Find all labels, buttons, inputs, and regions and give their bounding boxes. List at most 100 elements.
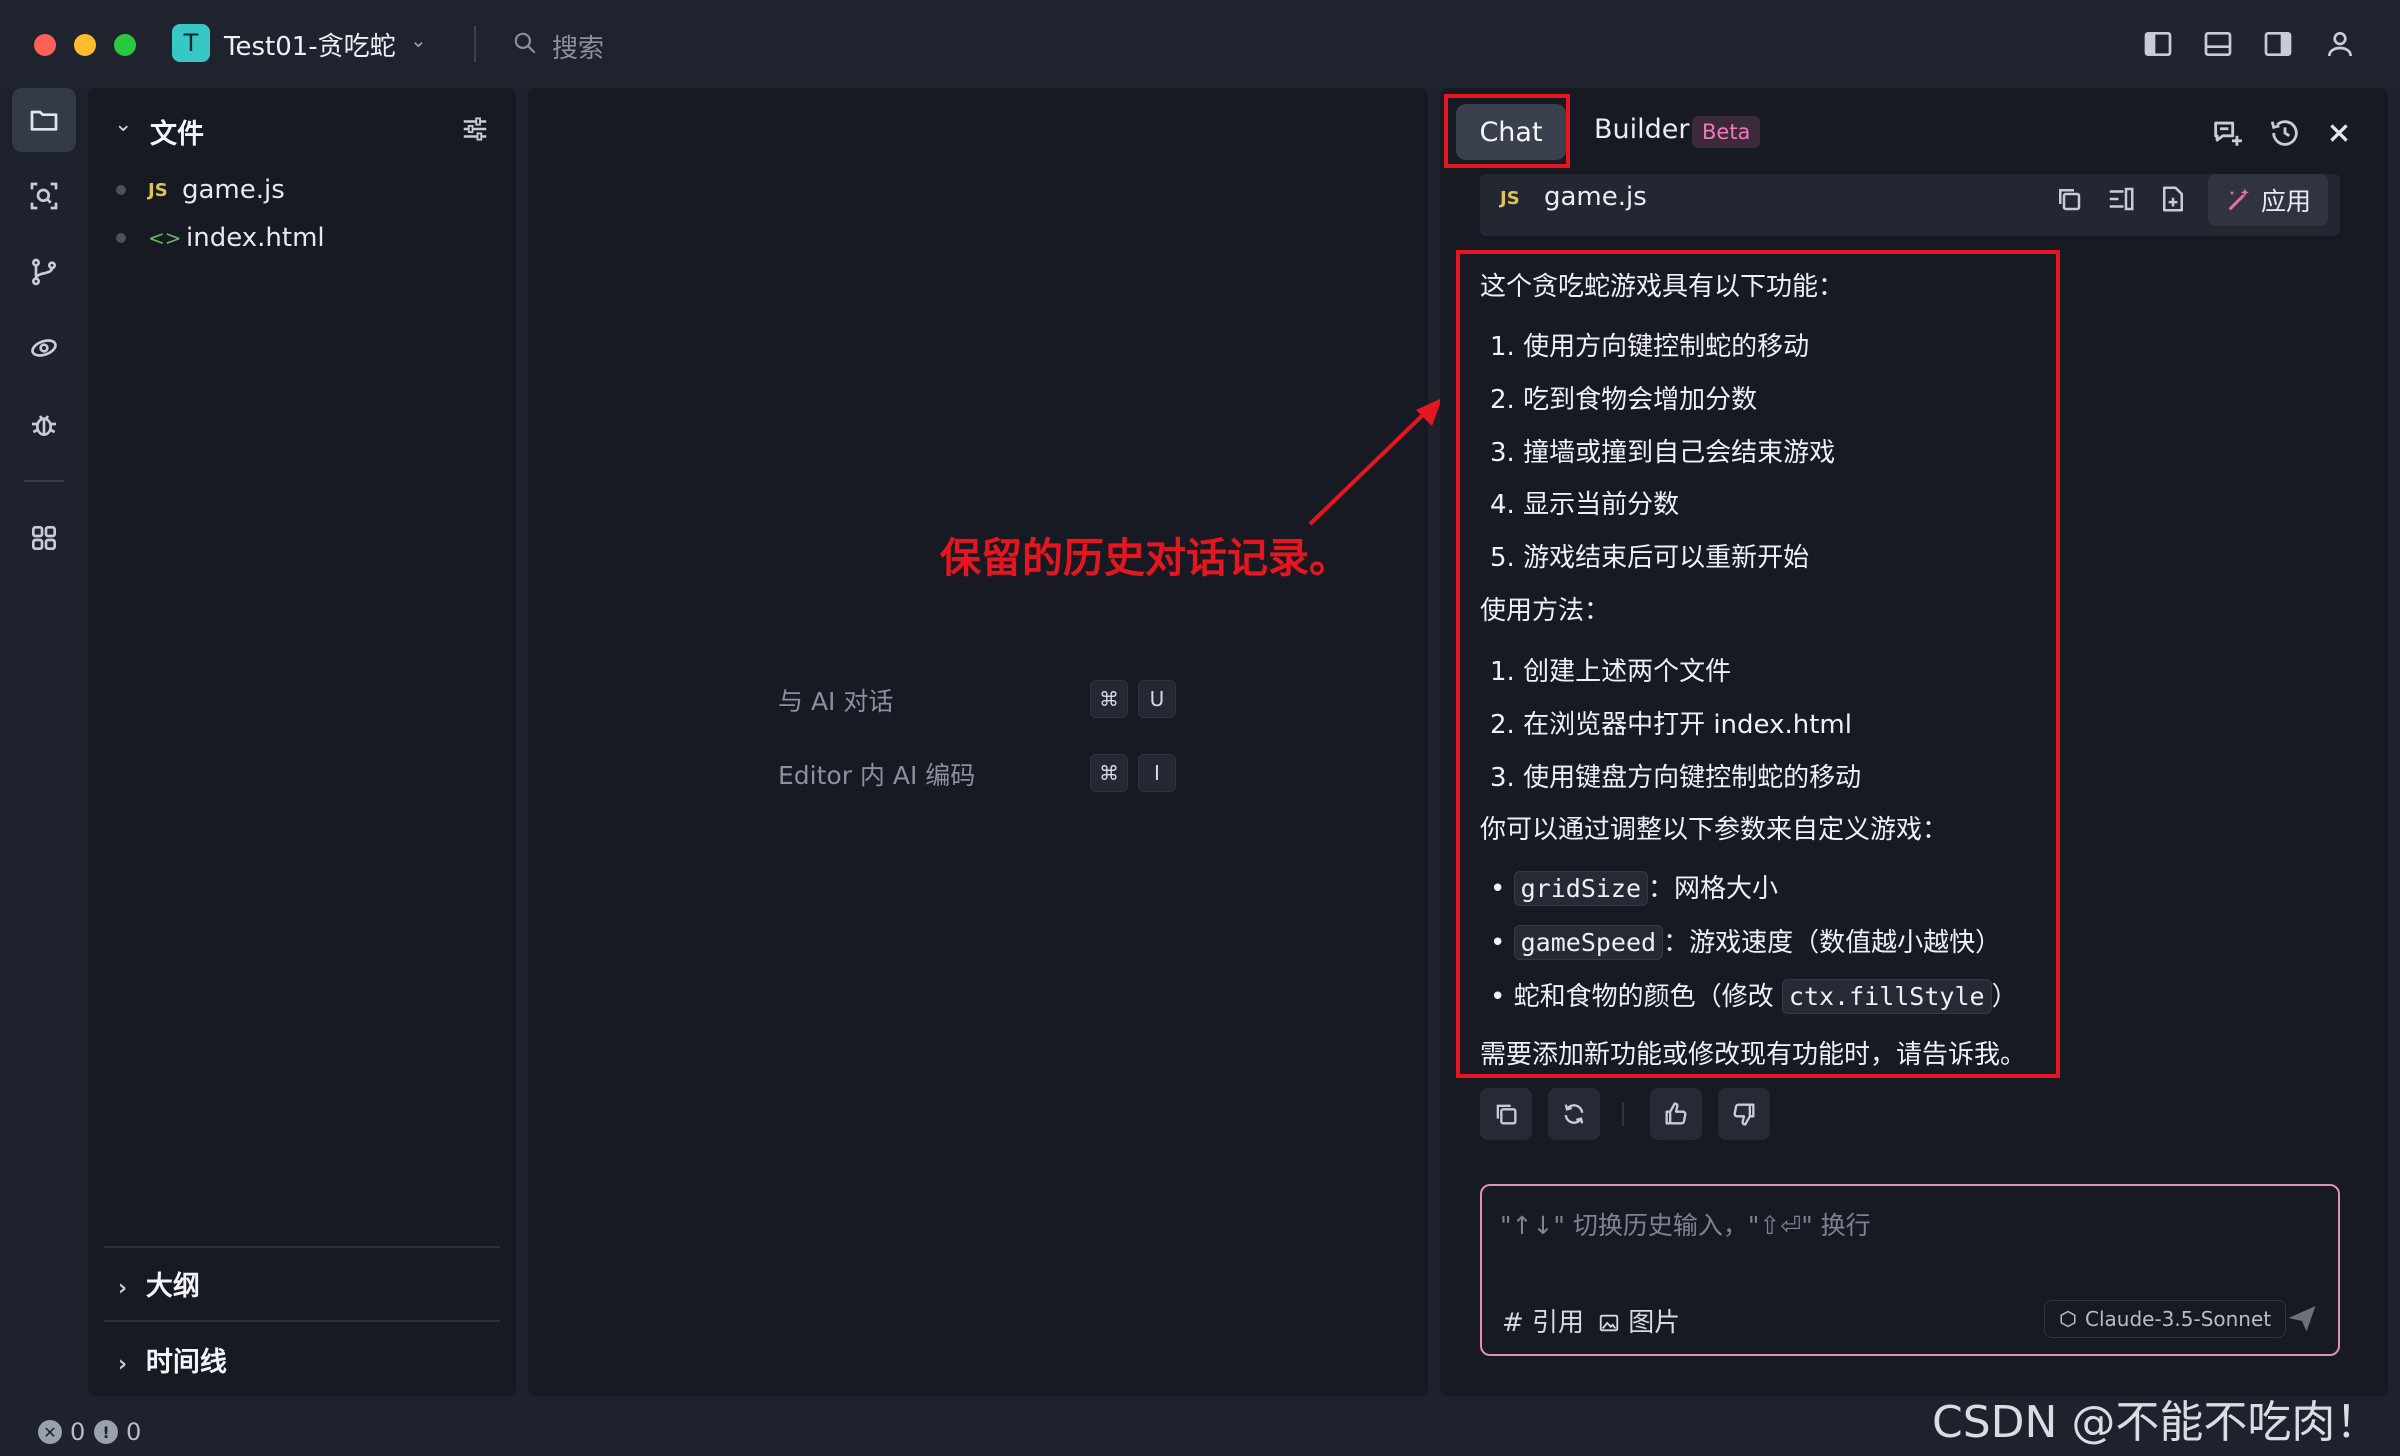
list-item: 3. 撞墙或撞到自己会结束游戏 xyxy=(1490,438,1836,468)
thumbs-down-button[interactable] xyxy=(1718,1088,1770,1140)
param-desc: ：游戏速度（数值越小越快） xyxy=(1663,928,2002,958)
shortcut-key: U xyxy=(1138,680,1176,718)
apply-button[interactable]: 应用 xyxy=(2208,174,2328,226)
divider xyxy=(1622,1102,1624,1126)
debug-button[interactable] xyxy=(12,392,76,456)
project-name[interactable]: Test01-贪吃蛇 xyxy=(224,26,396,63)
new-file-icon[interactable] xyxy=(2158,184,2188,214)
new-chat-icon[interactable] xyxy=(2210,116,2244,150)
editor-area[interactable] xyxy=(528,88,1428,1396)
file-item-game-js[interactable]: JS game.js xyxy=(116,170,285,210)
code-file-name: game.js xyxy=(1544,182,1647,212)
list-item: 1. 使用方向键控制蛇的移动 xyxy=(1490,332,1810,362)
warning-icon[interactable]: ! xyxy=(94,1420,118,1444)
error-count: 0 xyxy=(70,1418,86,1446)
git-branch-icon xyxy=(32,258,56,286)
chevron-down-icon[interactable]: ⌄ xyxy=(410,28,427,52)
inline-code: gameSpeed xyxy=(1513,925,1664,960)
toggle-bottom-panel-icon[interactable] xyxy=(2202,28,2234,60)
message-custom-title: 你可以通过调整以下参数来自定义游戏： xyxy=(1480,815,1949,845)
minimize-window-button[interactable] xyxy=(74,34,96,56)
param-desc: 蛇和食物的颜色（修改 xyxy=(1513,982,1774,1012)
refresh-icon xyxy=(1564,1104,1584,1124)
copy-message-button[interactable] xyxy=(1480,1088,1532,1140)
chevron-right-icon: › xyxy=(118,1352,128,1377)
insert-code-icon[interactable] xyxy=(2106,184,2136,214)
list-item: 5. 游戏结束后可以重新开始 xyxy=(1490,543,1810,573)
js-file-icon: JS xyxy=(1500,188,1520,209)
warning-count: 0 xyxy=(126,1418,142,1446)
project-badge[interactable]: T xyxy=(172,24,210,62)
file-name: index.html xyxy=(186,223,325,253)
inline-code: ctx.fillStyle xyxy=(1781,979,1992,1014)
param-desc: ） xyxy=(1991,982,2018,1012)
source-control-button[interactable] xyxy=(12,240,76,304)
thumbs-up-button[interactable] xyxy=(1650,1088,1702,1140)
message-usage-title: 使用方法： xyxy=(1480,596,1611,626)
message-closing: 需要添加新功能或修改现有功能时，请告诉我。 xyxy=(1480,1040,2027,1070)
section-label: 大纲 xyxy=(145,1271,200,1302)
shortcut-key: ⌘ xyxy=(1090,754,1128,792)
explorer-button[interactable] xyxy=(12,88,76,152)
image-button[interactable]: 图片 xyxy=(1598,1302,1680,1339)
send-icon[interactable] xyxy=(2284,1300,2320,1336)
shortcut-key: I xyxy=(1138,754,1176,792)
thumbs-down-icon xyxy=(1733,1103,1755,1126)
regenerate-button[interactable] xyxy=(1548,1088,1600,1140)
section-label: 时间线 xyxy=(145,1347,227,1378)
param-desc: ：网格大小 xyxy=(1648,874,1779,904)
close-window-button[interactable] xyxy=(34,34,56,56)
image-icon xyxy=(1599,1314,1619,1332)
bug-icon xyxy=(32,415,56,436)
history-icon[interactable] xyxy=(2268,116,2302,150)
user-icon[interactable] xyxy=(2324,28,2356,60)
list-item: • gridSize ：网格大小 xyxy=(1490,868,1779,906)
apply-label: 应用 xyxy=(2260,187,2311,216)
cite-button[interactable]: # 引用 xyxy=(1502,1302,1584,1339)
list-item: • 蛇和食物的颜色（修改 ctx.fillStyle） xyxy=(1490,976,2018,1014)
folder-icon xyxy=(30,110,58,131)
close-icon[interactable] xyxy=(2326,120,2352,146)
image-label: 图片 xyxy=(1628,1308,1681,1338)
divider xyxy=(474,26,476,62)
thumbs-up-icon xyxy=(1665,1102,1687,1125)
apps-grid-icon xyxy=(32,526,56,550)
eye-orbit-icon xyxy=(31,339,57,357)
search-input[interactable]: 搜索 xyxy=(552,28,604,65)
model-name: Claude-3.5-Sonnet xyxy=(2085,1307,2272,1331)
copy-icon[interactable] xyxy=(2054,184,2084,214)
file-status-dot xyxy=(116,185,126,195)
files-title: 文件 xyxy=(150,119,204,150)
message-intro: 这个贪吃蛇游戏具有以下功能： xyxy=(1480,272,1845,302)
code-search-button[interactable] xyxy=(12,164,76,228)
tab-builder[interactable]: Builder xyxy=(1594,114,1690,145)
zoom-window-button[interactable] xyxy=(114,34,136,56)
preview-button[interactable] xyxy=(12,316,76,380)
tab-chat[interactable]: Chat xyxy=(1456,104,1566,160)
filter-settings-icon[interactable] xyxy=(460,114,490,144)
section-outline[interactable]: › 大纲 xyxy=(118,1264,200,1303)
chevron-down-icon[interactable]: ⌄ xyxy=(114,112,132,137)
section-timeline[interactable]: › 时间线 xyxy=(118,1340,227,1379)
html-file-icon: <> xyxy=(148,226,182,250)
file-item-index-html[interactable]: <> index.html xyxy=(116,218,325,258)
beta-badge: Beta xyxy=(1692,116,1761,148)
cube-icon xyxy=(2060,1310,2076,1328)
toggle-left-panel-icon[interactable] xyxy=(2142,28,2174,60)
error-icon[interactable]: ✕ xyxy=(38,1420,62,1444)
extensions-button[interactable] xyxy=(12,506,76,570)
search-code-icon xyxy=(30,182,58,210)
list-item: 2. 在浏览器中打开 index.html xyxy=(1490,710,1852,740)
list-item: 1. 创建上述两个文件 xyxy=(1490,657,1732,687)
annotation-text: 保留的历史对话记录。 xyxy=(940,534,1350,582)
divider xyxy=(104,1246,500,1248)
inline-code: gridSize xyxy=(1513,871,1649,906)
toggle-right-panel-icon[interactable] xyxy=(2262,28,2294,60)
model-selector[interactable]: Claude-3.5-Sonnet xyxy=(2044,1300,2287,1338)
divider xyxy=(24,480,64,482)
watermark: CSDN @不能不吃肉！ xyxy=(1932,1397,2380,1448)
hint-ai-chat-label: 与 AI 对话 xyxy=(778,687,894,716)
chat-input-placeholder: "↑↓" 切换历史输入，"⇧⏎" 换行 xyxy=(1500,1211,1871,1240)
shortcut-key: ⌘ xyxy=(1090,680,1128,718)
copy-icon xyxy=(1496,1104,1517,1125)
